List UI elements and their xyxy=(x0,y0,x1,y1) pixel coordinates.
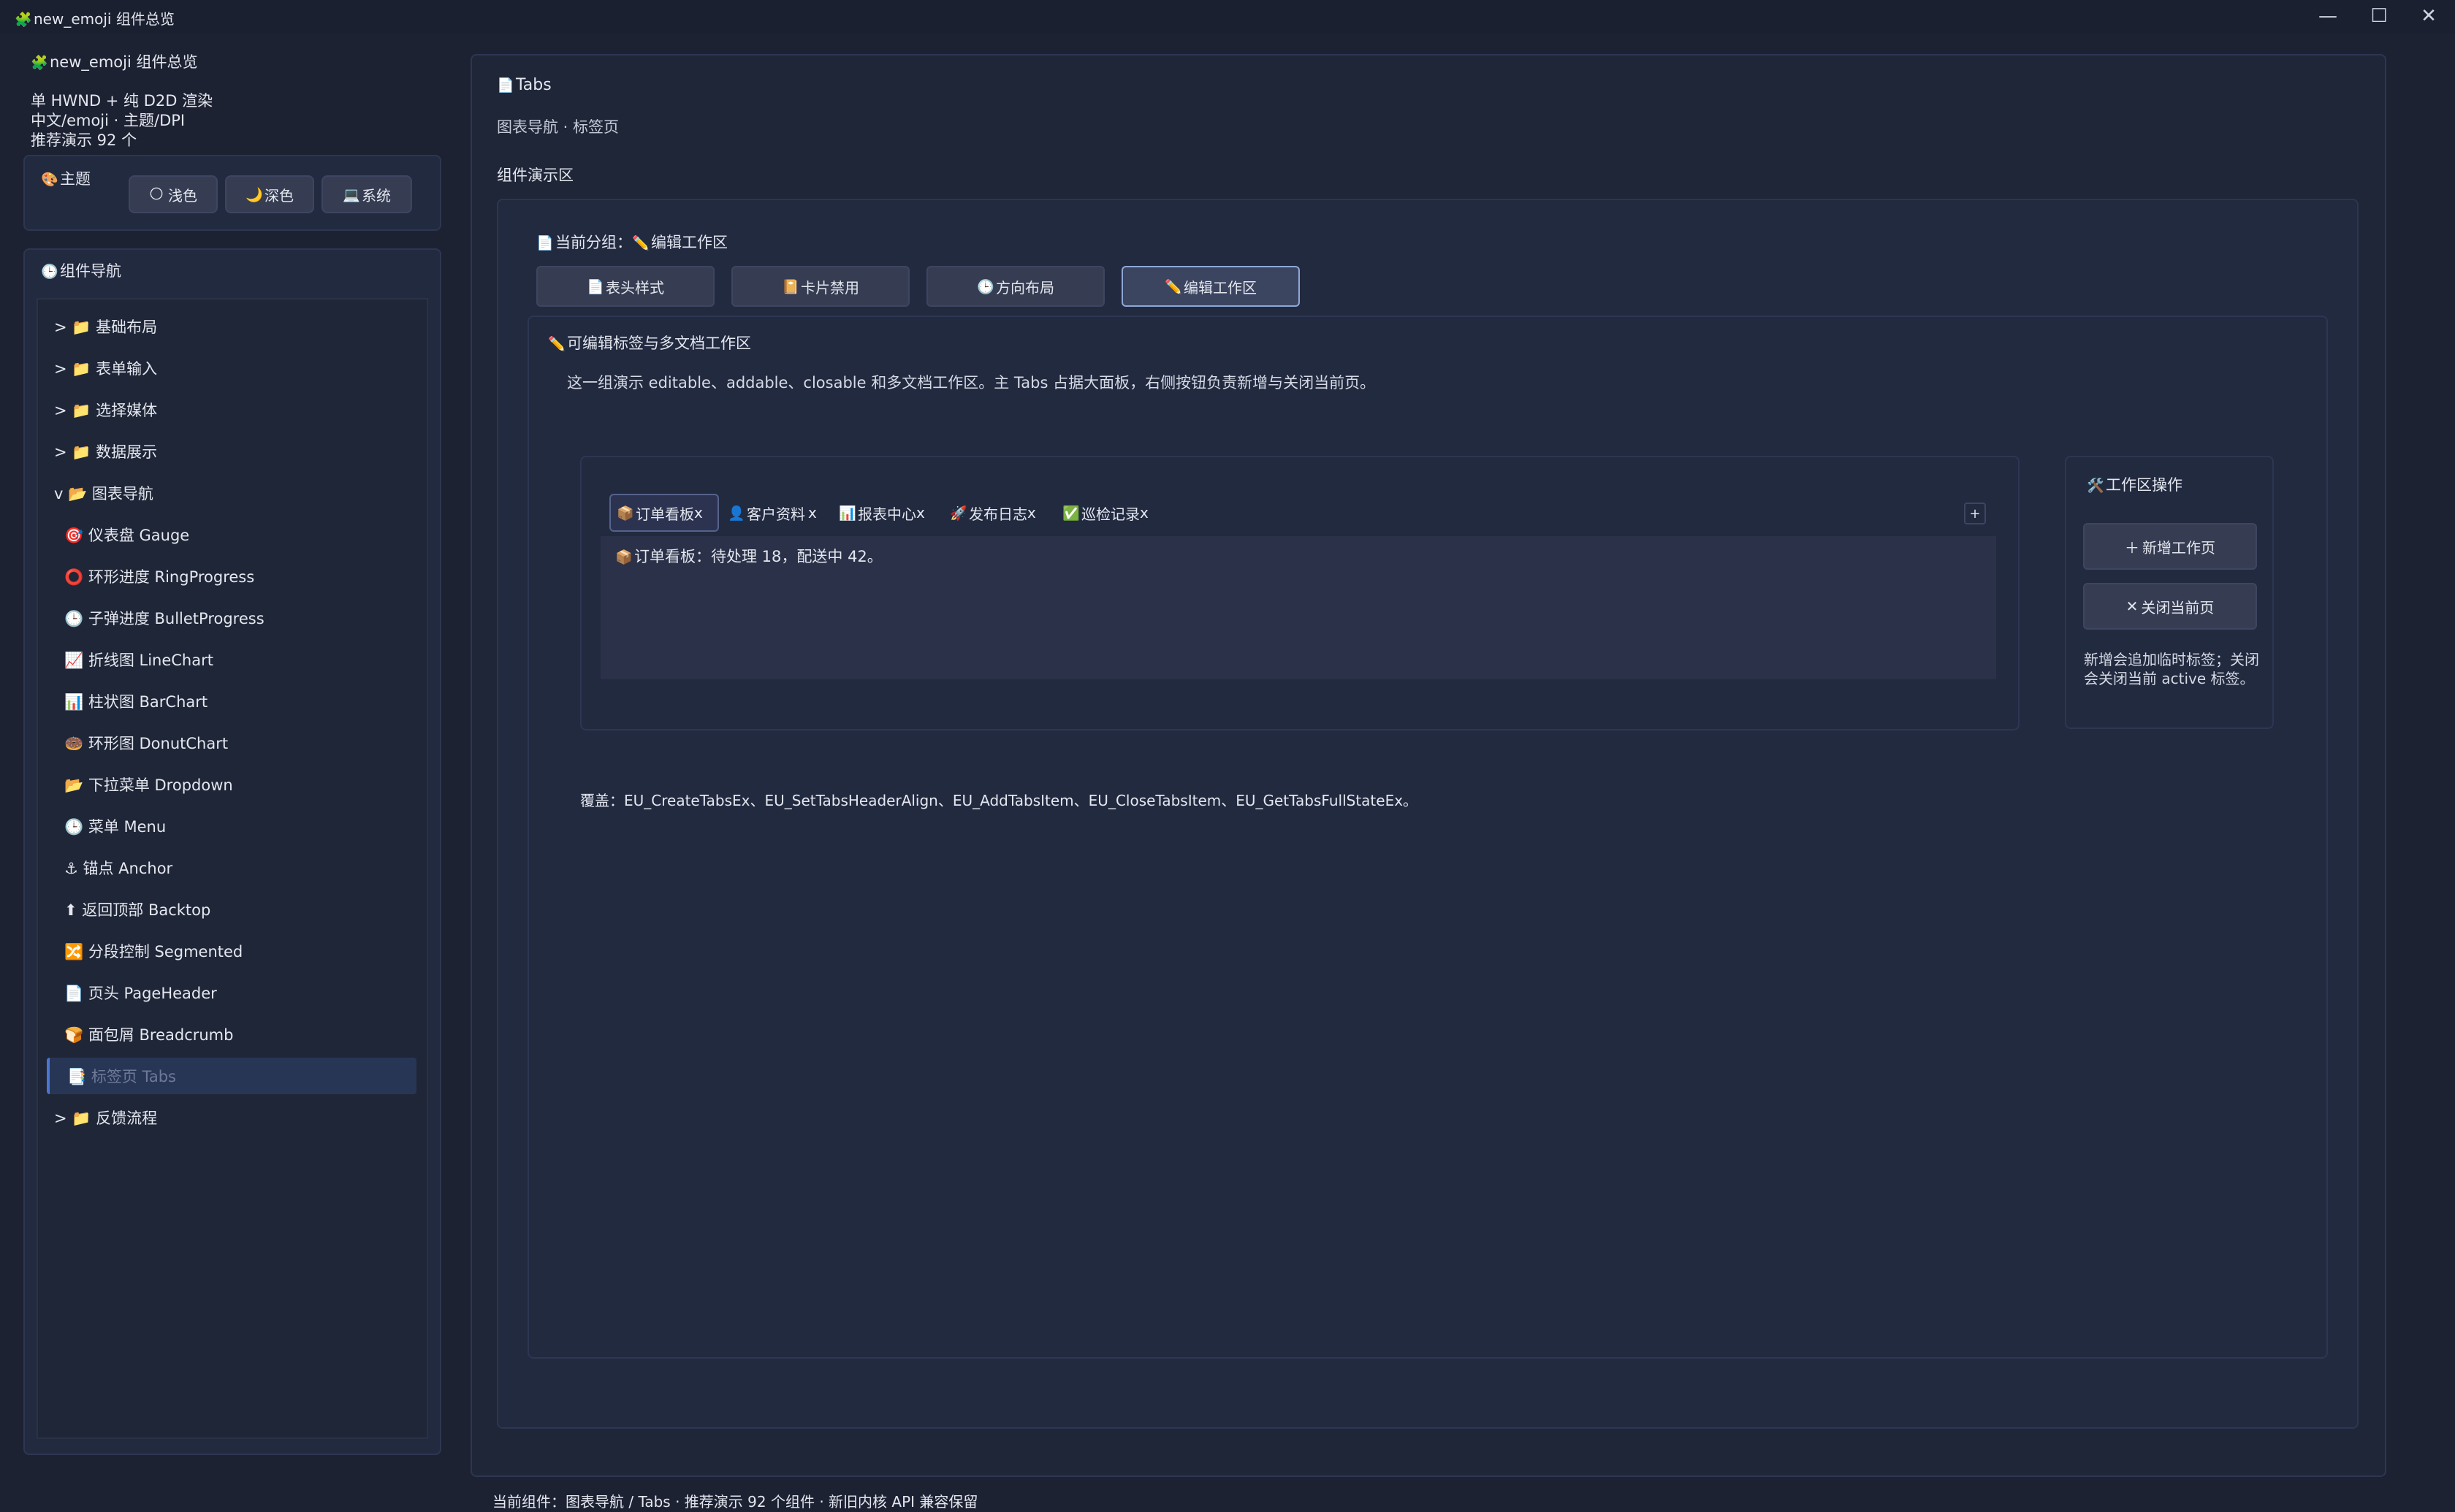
section-title: ✏️ 可编辑标签与多文档工作区 xyxy=(548,335,751,352)
palette-icon: 🎨 xyxy=(41,172,58,188)
segment-edit-workspace[interactable]: ✏️ 编辑工作区 xyxy=(1122,266,1300,307)
tab-close-icon[interactable]: x xyxy=(1140,504,1149,522)
pencil-icon: ✏️ xyxy=(548,336,566,352)
nav-label: 🕒 组件导航 xyxy=(41,261,121,282)
package-icon: 📦 xyxy=(617,505,634,522)
status-bar: 当前组件：图表导航 / Tabs · 推荐演示 92 个组件 · 新旧内核 AP… xyxy=(492,1493,978,1511)
nav-item-ring-progress[interactable]: ⭕ 环形进度 RingProgress xyxy=(47,558,416,595)
user-icon: 👤 xyxy=(728,505,745,522)
coverage-text: 覆盖：EU_CreateTabsEx、EU_SetTabsHeaderAlign… xyxy=(580,792,1418,809)
page-icon: 📄 xyxy=(497,77,514,93)
window-title: 🧩 new_emoji 组件总览 xyxy=(15,10,175,28)
workspace-title: 🛠️ 工作区操作 xyxy=(2087,476,2182,494)
nav-group-form-input[interactable]: > 📁 表单输入 xyxy=(47,350,416,386)
segment-card-disabled[interactable]: 📔 卡片禁用 xyxy=(731,266,910,307)
clock-icon: 🕒 xyxy=(41,264,58,280)
theme-system-button[interactable]: 💻 系统 xyxy=(321,175,412,213)
maximize-button[interactable]: ☐ xyxy=(2357,1,2401,31)
info-line: 中文/emoji · 主题/DPI xyxy=(31,112,186,129)
current-group: 📄 当前分组：✏️ 编辑工作区 xyxy=(536,234,728,251)
check-icon: ✅ xyxy=(1062,505,1080,522)
nav-item-gauge[interactable]: 🎯 仪表盘 Gauge xyxy=(47,516,416,553)
nav-group-basic-layout[interactable]: > 📁 基础布局 xyxy=(47,308,416,345)
new-workspace-button[interactable]: ＋新增工作页 xyxy=(2083,523,2257,570)
nav-item-page-header[interactable]: 📄 页头 PageHeader xyxy=(47,974,416,1011)
tab-close-icon[interactable]: x xyxy=(1027,504,1036,522)
workspace-note: 新增会追加临时标签；关闭会关闭当前 active 标签。 xyxy=(2084,651,2259,687)
nav-item-dropdown[interactable]: 📂 下拉菜单 Dropdown xyxy=(47,766,416,803)
tab-close-icon[interactable]: x xyxy=(916,504,925,522)
theme-label: 🎨 主题 xyxy=(41,169,91,190)
nav-item-bar-chart[interactable]: 📊 柱状图 BarChart xyxy=(47,683,416,719)
tab-orders[interactable]: 📦 订单看板 x xyxy=(609,494,719,532)
laptop-icon: 💻 xyxy=(343,186,360,203)
nav-tree[interactable]: > 📁 基础布局 > 📁 表单输入 > 📁 选择媒体 > 📁 数据展示 v 📂 … xyxy=(37,298,428,1439)
nav-group-feedback-flow[interactable]: > 📁 反馈流程 xyxy=(47,1099,416,1136)
nav-item-breadcrumb[interactable]: 🍞 面包屑 Breadcrumb xyxy=(47,1016,416,1053)
nav-item-backtop[interactable]: ⬆ 返回顶部 Backtop xyxy=(47,891,416,928)
tab-customers[interactable]: 👤 客户资料 x xyxy=(722,494,831,532)
page-title: 📄 Tabs xyxy=(497,76,552,94)
nav-item-line-chart[interactable]: 📈 折线图 LineChart xyxy=(47,641,416,678)
close-current-button[interactable]: ✕ 关闭当前页 xyxy=(2083,583,2257,630)
nav-item-menu[interactable]: 🕒 菜单 Menu xyxy=(47,808,416,844)
tools-icon: 🛠️ xyxy=(2087,478,2104,494)
nav-item-anchor[interactable]: ⚓ 锚点 Anchor xyxy=(47,849,416,886)
nav-group-data-display[interactable]: > 📁 数据展示 xyxy=(47,433,416,470)
app-icon: 🧩 xyxy=(15,12,32,28)
nav-item-donut-chart[interactable]: 🍩 环形图 DonutChart xyxy=(47,725,416,761)
rocket-icon: 🚀 xyxy=(950,505,967,522)
section-description: 这一组演示 editable、addable、closable 和多文档工作区。… xyxy=(567,374,1376,392)
plus-icon: ＋ xyxy=(2125,538,2139,557)
segment-header-style[interactable]: 📄 表头样式 xyxy=(536,266,715,307)
info-line: 推荐演示 92 个 xyxy=(31,131,137,149)
tab-inspection[interactable]: ✅ 巡检记录 x xyxy=(1057,494,1166,532)
moon-full-icon: 🌕 xyxy=(149,186,164,202)
pencil-icon: ✏️ xyxy=(1165,278,1182,295)
tab-release-log[interactable]: 🚀 发布日志 x xyxy=(944,494,1054,532)
minimize-button[interactable]: — xyxy=(2306,1,2350,31)
page-subtitle: 图表导航 · 标签页 xyxy=(497,118,620,136)
sidebar-app-title: 🧩 new_emoji 组件总览 xyxy=(31,53,197,73)
notebook-icon: 📔 xyxy=(782,278,799,295)
theme-light-button[interactable]: 🌕 浅色 xyxy=(129,175,218,213)
tab-close-icon[interactable]: x xyxy=(694,504,703,522)
nav-item-bullet-progress[interactable]: 🕒 子弹进度 BulletProgress xyxy=(47,600,416,636)
tab-content: 📦 订单看板：待处理 18，配送中 42。 xyxy=(615,548,883,565)
pencil-icon: ✏️ xyxy=(632,235,650,251)
moon-icon: 🌙 xyxy=(246,186,263,203)
close-window-button[interactable]: ✕ xyxy=(2407,1,2451,31)
page-icon: 📄 xyxy=(536,235,554,251)
info-line: 单 HWND + 纯 D2D 渲染 xyxy=(31,92,213,110)
nav-item-segmented[interactable]: 🔀 分段控制 Segmented xyxy=(47,933,416,969)
tab-close-icon[interactable]: x xyxy=(808,504,817,522)
nav-group-chart-nav[interactable]: v 📂 图表导航 xyxy=(47,475,416,511)
title-bar: 🧩 new_emoji 组件总览 — ☐ ✕ xyxy=(0,0,2455,34)
clock-icon: 🕒 xyxy=(977,278,994,295)
nav-group-select-media[interactable]: > 📁 选择媒体 xyxy=(47,392,416,428)
demo-area-label: 组件演示区 xyxy=(497,167,574,184)
package-icon: 📦 xyxy=(615,549,633,565)
add-tab-button[interactable]: + xyxy=(1964,503,1986,524)
page-icon: 📄 xyxy=(587,278,604,295)
app-icon: 🧩 xyxy=(31,55,48,71)
close-icon: ✕ xyxy=(2125,597,2139,615)
theme-dark-button[interactable]: 🌙 深色 xyxy=(225,175,314,213)
segment-direction-layout[interactable]: 🕒 方向布局 xyxy=(926,266,1105,307)
bar-chart-icon: 📊 xyxy=(839,505,856,522)
nav-item-tabs[interactable]: 📑 标签页 Tabs xyxy=(47,1058,416,1094)
tab-reports[interactable]: 📊 报表中心 x xyxy=(833,494,943,532)
sidebar-info: 单 HWND + 纯 D2D 渲染 中文/emoji · 主题/DPI 推荐演示… xyxy=(31,91,213,150)
